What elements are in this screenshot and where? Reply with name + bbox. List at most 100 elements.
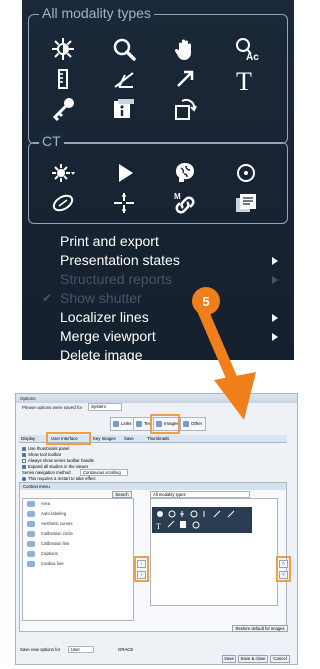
checkbox-series-toolbar[interactable]: Always show series toolbar handle: [22, 458, 94, 463]
saved-for-field[interactable]: System: [88, 403, 122, 411]
restart-note-text: This requires a restart to take effect: [28, 476, 96, 481]
brightness-dropdown-icon[interactable]: [32, 158, 93, 188]
restore-default-button[interactable]: Restore default for images: [232, 625, 288, 632]
brightness-contrast-icon[interactable]: [32, 34, 93, 64]
submenu-arrow-icon: [272, 314, 278, 322]
angle-measure-icon[interactable]: [93, 64, 154, 94]
menu-item-show-shutter: ✔ Show shutter: [30, 289, 292, 308]
menu-item-label: Structured reports: [60, 271, 173, 287]
svg-text:Ac: Ac: [246, 52, 259, 62]
menu-item-label: Show shutter: [60, 290, 142, 306]
submenu-arrow-icon: [272, 276, 278, 284]
checkbox-icon: [22, 458, 26, 463]
save-close-button[interactable]: Save & close: [238, 655, 268, 663]
all-modality-title: All modality types: [39, 5, 154, 21]
key-icon[interactable]: [32, 94, 93, 124]
checkbox-label: Show tool toolbar: [28, 452, 62, 457]
navigation-method-label: Series navigation method: [22, 470, 71, 475]
menu-item-label: Presentation states: [60, 252, 180, 268]
menu-item-delete-image[interactable]: Delete image: [30, 346, 292, 365]
subtab-display[interactable]: Display: [19, 435, 37, 443]
save-button[interactable]: Save: [222, 655, 236, 663]
list-item-label: Calibration circle: [41, 531, 73, 536]
menu-item-print-export[interactable]: Print and export: [30, 232, 292, 251]
dialog-title: Options: [16, 394, 297, 403]
checkbox-thumbnails[interactable]: Use thumbnails panel: [22, 446, 69, 451]
tab-label: Other: [191, 421, 203, 426]
links-icon: [113, 421, 119, 427]
search-button[interactable]: Search: [112, 491, 132, 498]
play-icon[interactable]: [93, 158, 154, 188]
menu-item-label: Print and export: [60, 233, 159, 249]
menu-preview-icons: T: [152, 507, 252, 533]
text-annotation-icon[interactable]: Ac: [216, 34, 277, 64]
crosshair-icon[interactable]: [93, 188, 154, 218]
calibration-circle-icon: [27, 531, 35, 537]
checkbox-icon: [22, 464, 26, 469]
svg-text:T: T: [156, 522, 161, 531]
list-item-label: Captions: [41, 551, 58, 556]
list-item[interactable]: Calibration circle: [23, 529, 133, 539]
modality-select[interactable]: All modality types: [150, 491, 250, 498]
saved-for-label: Please options were saved for: [22, 405, 83, 410]
menu-item-label: Delete image: [60, 347, 143, 363]
menu-item-localizer-lines[interactable]: Localizer lines: [30, 308, 292, 327]
list-item[interactable]: Aesthetic curves: [23, 519, 133, 529]
available-commands-list[interactable]: Area Auto-labeling Aesthetic curves Cali…: [22, 498, 134, 621]
menu-item-merge-viewport[interactable]: Merge viewport: [30, 327, 292, 346]
list-item[interactable]: Area: [23, 499, 133, 509]
list-item[interactable]: Auto-labeling: [23, 509, 133, 519]
subtab-save[interactable]: Save: [122, 435, 136, 443]
text-t-icon[interactable]: T: [216, 64, 277, 94]
curves-icon: [27, 521, 35, 527]
checkmark-icon: ✔: [42, 291, 53, 305]
ruler-icon[interactable]: [32, 64, 93, 94]
checkbox-icon: [22, 452, 26, 457]
list-item[interactable]: Calibration line: [23, 539, 133, 549]
stack-images-icon[interactable]: [216, 188, 277, 218]
menu-item-structured-reports: Structured reports: [30, 270, 292, 289]
context-menu-header: Context menu: [20, 483, 286, 490]
tab-other[interactable]: Other: [180, 417, 207, 431]
tab-links[interactable]: Links: [110, 417, 136, 431]
list-item-label: Area: [41, 501, 51, 506]
info-icon: [22, 476, 26, 481]
svg-text:M: M: [174, 192, 181, 201]
checkbox-icon: [22, 446, 26, 451]
list-item-label: Aesthetic curves: [41, 521, 73, 526]
pan-hand-icon[interactable]: [155, 34, 216, 64]
cine-loop-icon[interactable]: [155, 94, 216, 124]
captions-icon: [27, 551, 35, 557]
navigation-method-select[interactable]: Continuous scrolling: [80, 469, 128, 476]
cancel-button[interactable]: Cancel: [270, 655, 290, 663]
other-icon: [183, 421, 189, 427]
info-card-icon[interactable]: [93, 94, 154, 124]
arrow-icon[interactable]: [155, 64, 216, 94]
context-menu-panel: All modality types CT Ac T M Print and e…: [22, 0, 294, 363]
images-tab-highlight: [150, 414, 180, 434]
submenu-arrow-icon: [272, 333, 278, 341]
order-buttons-highlight: [276, 556, 291, 582]
list-item[interactable]: Captions: [23, 549, 133, 559]
subtab-thumbnails[interactable]: Thumbnails: [145, 435, 171, 443]
link-icon[interactable]: M: [155, 188, 216, 218]
circle-target-icon[interactable]: [216, 158, 277, 188]
list-item[interactable]: Cardiac line: [23, 559, 133, 569]
3d-brain-icon[interactable]: [155, 158, 216, 188]
auto-labeling-icon: [27, 511, 35, 517]
save-options-scope[interactable]: User: [68, 646, 94, 653]
submenu-arrow-icon: [272, 257, 278, 265]
text-icon: [136, 421, 142, 427]
magnifier-icon[interactable]: [93, 34, 154, 64]
subtab-key-images[interactable]: Key Images: [91, 435, 118, 443]
list-item-label: Auto-labeling: [41, 511, 67, 516]
context-menu-items: Print and export Presentation states Str…: [30, 232, 292, 365]
menu-item-label: Merge viewport: [60, 328, 156, 344]
ellipse-roi-icon[interactable]: [32, 188, 93, 218]
ct-title: CT: [39, 133, 64, 149]
menu-item-presentation-states[interactable]: Presentation states: [30, 251, 292, 270]
checkbox-tool-toolbar[interactable]: Show tool toolbar: [22, 452, 61, 457]
cardiac-line-icon: [27, 561, 35, 567]
ct-tools: M: [32, 158, 277, 218]
checkbox-expand-studies[interactable]: Expand all studies in the viewer: [22, 464, 88, 469]
